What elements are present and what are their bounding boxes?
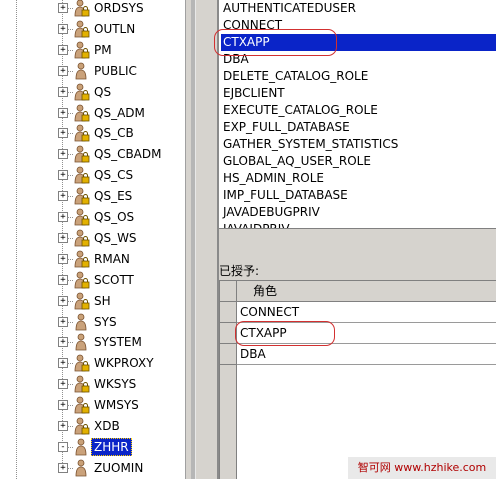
locked-user-icon <box>73 396 90 414</box>
tree-node[interactable]: + WMSYS <box>0 395 185 415</box>
tree-node[interactable]: + QS_WS <box>0 228 185 248</box>
tree-node-label[interactable]: PUBLIC <box>92 63 139 79</box>
role-list-item[interactable]: HS_ADMIN_ROLE <box>221 170 496 187</box>
tree-node[interactable]: + WKSYS <box>0 374 185 394</box>
tree-node-label[interactable]: SCOTT <box>92 272 136 288</box>
role-list-item[interactable]: EXP_FULL_DATABASE <box>221 119 496 136</box>
role-list-item[interactable]: GATHER_SYSTEM_STATISTICS <box>221 136 496 153</box>
column-header-role[interactable]: 角色 <box>237 281 496 302</box>
user-icon <box>73 459 90 477</box>
locked-user-icon <box>73 41 90 59</box>
tree-node[interactable]: + SH <box>0 291 185 311</box>
role-list-item[interactable]: IMP_FULL_DATABASE <box>221 187 496 204</box>
tree-node[interactable]: + ZUOMIN <box>0 458 185 478</box>
tree-node[interactable]: + XDB <box>0 416 185 436</box>
tree-node-label[interactable]: ZHHR <box>91 437 132 456</box>
user-icon <box>73 333 90 351</box>
user-icon <box>73 62 90 80</box>
highlight-oval <box>214 29 337 56</box>
user-tree[interactable]: + ORDSYS + OUTLN + PM + PUBLIC + QS + QS_ADM + QS_CB +… <box>0 0 185 479</box>
locked-user-icon <box>73 83 90 101</box>
tree-node-label[interactable]: SYSTEM <box>92 334 144 350</box>
tree-node-label[interactable]: PM <box>92 42 114 58</box>
tree-node-label[interactable]: ORDSYS <box>92 0 146 16</box>
tree-node-label[interactable]: WKSYS <box>92 376 138 392</box>
tree-node-label[interactable]: WKPROXY <box>92 355 156 371</box>
role-list-item[interactable]: EJBCLIENT <box>221 85 496 102</box>
granted-label: 已授予: <box>219 264 260 278</box>
pane-splitter[interactable] <box>185 0 219 479</box>
tree-node-label[interactable]: SH <box>92 293 113 309</box>
locked-user-icon <box>73 166 90 184</box>
user-icon <box>73 438 90 456</box>
row-header-filler <box>220 365 237 479</box>
granted-role-cell[interactable]: CONNECT <box>237 302 496 323</box>
tree-node[interactable]: + QS <box>0 82 185 102</box>
tree-node-label[interactable]: QS_OS <box>92 209 136 225</box>
tree-node[interactable]: + PM <box>0 40 185 60</box>
splitter-edge <box>185 0 186 479</box>
tree-node-label[interactable]: QS_ADM <box>92 105 147 121</box>
tree-node-label[interactable]: WMSYS <box>92 397 141 413</box>
tree-node[interactable]: + OUTLN <box>0 19 185 39</box>
locked-user-icon <box>73 292 90 310</box>
role-panel: AUTHENTICATEDUSER CONNECT CTXAPP DBA DELETE_… <box>219 0 496 479</box>
locked-user-icon <box>73 417 90 435</box>
role-list-item[interactable]: EXECUTE_CATALOG_ROLE <box>221 102 496 119</box>
tree-node[interactable]: + QS_ES <box>0 186 185 206</box>
tree-node-label[interactable]: ZUOMIN <box>92 460 145 476</box>
tree-node[interactable]: + RMAN <box>0 249 185 269</box>
row-header[interactable] <box>220 344 237 365</box>
locked-user-icon <box>73 20 90 38</box>
tree-node-label[interactable]: XDB <box>92 418 122 434</box>
tree-node-label[interactable]: QS_CBADM <box>92 146 163 162</box>
locked-user-icon <box>73 250 90 268</box>
highlight-oval <box>235 321 335 346</box>
locked-user-icon <box>73 145 90 163</box>
granted-role-cell[interactable]: DBA <box>237 344 496 365</box>
tree-node-label[interactable]: QS_WS <box>92 230 139 246</box>
row-header[interactable] <box>220 302 237 323</box>
tree-node[interactable]: - ZHHR <box>0 437 185 457</box>
grid-corner <box>220 281 237 302</box>
role-list-item[interactable]: DELETE_CATALOG_ROLE <box>221 68 496 85</box>
tree-node[interactable]: + ORDSYS <box>0 0 185 18</box>
locked-user-icon <box>73 229 90 247</box>
splitter-handle[interactable] <box>191 0 196 479</box>
tree-node[interactable]: + QS_CB <box>0 123 185 143</box>
tree-node[interactable]: + QS_CS <box>0 165 185 185</box>
locked-user-icon <box>73 354 90 372</box>
role-list-item[interactable]: JAVAIDPRIV <box>221 221 496 228</box>
locked-user-icon <box>73 187 90 205</box>
locked-user-icon <box>73 271 90 289</box>
tree-node-label[interactable]: RMAN <box>92 251 132 267</box>
tree-node-label[interactable]: QS_ES <box>92 188 134 204</box>
locked-user-icon <box>73 208 90 226</box>
role-list-item[interactable]: JAVADEBUGPRIV <box>221 204 496 221</box>
tree-node[interactable]: + QS_ADM <box>0 103 185 123</box>
tree-node-label[interactable]: QS_CB <box>92 125 136 141</box>
role-list-item[interactable]: AUTHENTICATEDUSER <box>221 0 496 17</box>
granted-roles-grid[interactable]: 角色 CONNECT CTXAPP DBA <box>219 280 496 479</box>
locked-user-icon <box>73 375 90 393</box>
tree-node[interactable]: + SYS <box>0 312 185 332</box>
user-icon <box>73 313 90 331</box>
locked-user-icon <box>73 124 90 142</box>
tree-node-label[interactable]: QS_CS <box>92 167 135 183</box>
tree-node[interactable]: + WKPROXY <box>0 353 185 373</box>
locked-user-icon <box>73 104 90 122</box>
tree-node[interactable]: + PUBLIC <box>0 61 185 81</box>
tree-node[interactable]: + QS_CBADM <box>0 144 185 164</box>
tree-node[interactable]: + QS_OS <box>0 207 185 227</box>
tree-node-label[interactable]: QS <box>92 84 113 100</box>
watermark: 智可网 www.hzhike.com <box>348 457 496 479</box>
tree-node-label[interactable]: OUTLN <box>92 21 137 37</box>
tree-node[interactable]: + SYSTEM <box>0 332 185 352</box>
tree-node-label[interactable]: SYS <box>92 314 119 330</box>
role-list-item[interactable]: GLOBAL_AQ_USER_ROLE <box>221 153 496 170</box>
tree-node[interactable]: + SCOTT <box>0 270 185 290</box>
locked-user-icon <box>73 0 90 17</box>
